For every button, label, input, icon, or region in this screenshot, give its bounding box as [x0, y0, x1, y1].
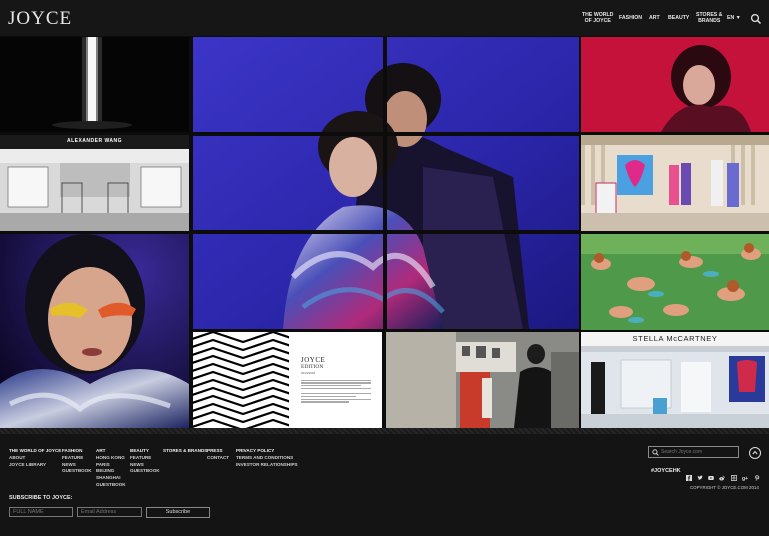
language-selector[interactable]: EN ▼: [727, 0, 741, 36]
footer-link[interactable]: TERMS AND CONDITIONS: [236, 455, 298, 462]
subscribe-title: SUBSCRIBE TO JOYCE:: [9, 495, 73, 501]
nav-label: ART: [649, 15, 660, 21]
footer-link[interactable]: PRIVACY POLICY: [236, 448, 298, 455]
site-footer: THE WORLD OF JOYCE ABOUT JOYCE LIBRARY F…: [0, 434, 769, 536]
weibo-icon[interactable]: [719, 468, 725, 481]
tile-op-art-pattern[interactable]: [193, 332, 289, 428]
footer-col-fashion: FASHION FEATURE NEWS GUESTBOOK: [62, 448, 92, 475]
back-to-top-icon[interactable]: [749, 447, 761, 459]
twitter-icon[interactable]: [697, 468, 703, 480]
footer-link[interactable]: FASHION: [62, 448, 92, 455]
footer-link[interactable]: NEWS: [62, 462, 92, 469]
subscribe-button[interactable]: Subscribe: [146, 507, 210, 518]
footer-col-legal: PRIVACY POLICY TERMS AND CONDITIONS INVE…: [236, 448, 298, 468]
grid-divider-h: [193, 132, 579, 136]
site-header: JOYCE THE WORLD OF JOYCE FASHION ART BEAU…: [0, 0, 769, 36]
footer-col-world: THE WORLD OF JOYCE ABOUT JOYCE LIBRARY: [9, 448, 61, 468]
search-icon[interactable]: [652, 449, 659, 456]
footer-link[interactable]: GUESTBOOK: [96, 482, 126, 489]
tile-joyce-edition-card[interactable]: JOYCE EDITION 2014/2015: [289, 332, 382, 428]
nav-art[interactable]: ART: [649, 0, 660, 36]
footer-link[interactable]: INVESTOR RELATIONSHIPS: [236, 462, 298, 469]
footer-link[interactable]: ABOUT: [9, 455, 61, 462]
footer-col-stores: STORES & BRANDS: [163, 448, 207, 455]
search-icon[interactable]: [750, 12, 762, 24]
footer-link[interactable]: ART: [96, 448, 126, 455]
svg-text:g+: g+: [742, 476, 748, 481]
instagram-icon[interactable]: [730, 468, 738, 482]
nav-label: BRANDS: [698, 18, 721, 24]
footer-link[interactable]: JOYCE LIBRARY: [9, 462, 61, 469]
hashtag: #JOYCEHK: [651, 468, 681, 474]
pinterest-icon[interactable]: [754, 468, 760, 481]
edition-date: 2014/2015: [301, 371, 316, 375]
footer-link[interactable]: GUESTBOOK: [130, 468, 160, 475]
grid-divider-h: [193, 230, 579, 234]
language-label: EN ▼: [727, 15, 741, 21]
edition-brand: JOYCE: [301, 356, 326, 364]
tile-makeup-portrait[interactable]: [0, 234, 189, 428]
nav-label: FASHION: [619, 15, 643, 21]
edition-text-block: [301, 378, 371, 404]
email-field[interactable]: [77, 507, 142, 517]
stella-sign: STELLA McCARTNEY: [632, 334, 718, 343]
footer-link[interactable]: SHANGHAI: [96, 475, 126, 482]
footer-search-input[interactable]: [661, 448, 736, 456]
footer-link[interactable]: FEATURE: [62, 455, 92, 462]
tile-mermaid-painting[interactable]: [581, 234, 769, 330]
footer-link[interactable]: NEWS: [130, 462, 160, 469]
footer-link[interactable]: CONTACT: [207, 455, 229, 462]
image-mosaic: ALEXANDER WANG JOYCE EDITION 2014/2015 S…: [0, 36, 769, 430]
youtube-icon[interactable]: [708, 468, 714, 480]
facebook-icon[interactable]: [686, 468, 692, 481]
tile-stella-mccartney-store[interactable]: STELLA McCARTNEY: [581, 332, 769, 428]
tile-red-portrait[interactable]: [581, 37, 769, 132]
nav-label: OF JOYCE: [584, 18, 611, 24]
footer-link[interactable]: GUESTBOOK: [62, 468, 92, 475]
nav-fashion[interactable]: FASHION: [619, 0, 642, 36]
edition-subtitle: EDITION: [301, 364, 324, 370]
footer-link[interactable]: BEIJING: [96, 468, 126, 475]
footer-link[interactable]: FEATURE: [130, 455, 160, 462]
nav-label: BEAUTY: [668, 15, 690, 21]
grid-divider-v: [383, 37, 387, 329]
joyce-logo[interactable]: JOYCE: [8, 8, 72, 30]
footer-col-beauty: BEAUTY FEATURE NEWS GUESTBOOK: [130, 448, 160, 475]
copyright-text: COPYRIGHT © JOYCE.COM 2014: [690, 485, 759, 490]
alexander-wang-sign: ALEXANDER WANG: [66, 138, 123, 144]
footer-link[interactable]: HONG KONG: [96, 455, 126, 462]
tile-street-portrait[interactable]: [386, 332, 579, 428]
grid-divider-v: [579, 36, 581, 430]
grid-divider-v: [189, 36, 193, 430]
footer-link[interactable]: THE WORLD OF JOYCE: [9, 448, 61, 455]
footer-col-art: ART HONG KONG PARIS BEIJING SHANGHAI GUE…: [96, 448, 126, 489]
tile-store-interior[interactable]: [581, 135, 769, 231]
footer-col-press: PRESS CONTACT: [207, 448, 229, 462]
full-name-field[interactable]: [9, 507, 73, 517]
nav-world-of-joyce[interactable]: THE WORLD OF JOYCE: [582, 0, 613, 36]
footer-link[interactable]: PRESS: [207, 448, 229, 455]
googleplus-icon[interactable]: g+: [742, 468, 748, 482]
tile-alexander-wang-store[interactable]: ALEXANDER WANG: [0, 135, 189, 231]
footer-link[interactable]: BEAUTY: [130, 448, 160, 455]
footer-search-box: [648, 446, 739, 458]
footer-link[interactable]: STORES & BRANDS: [163, 448, 207, 455]
nav-stores-brands[interactable]: STORES & BRANDS: [696, 0, 722, 36]
tile-light-installation[interactable]: [0, 37, 189, 132]
tile-fashion-editorial[interactable]: [193, 37, 579, 329]
footer-link[interactable]: PARIS: [96, 462, 126, 469]
nav-beauty[interactable]: BEAUTY: [668, 0, 689, 36]
